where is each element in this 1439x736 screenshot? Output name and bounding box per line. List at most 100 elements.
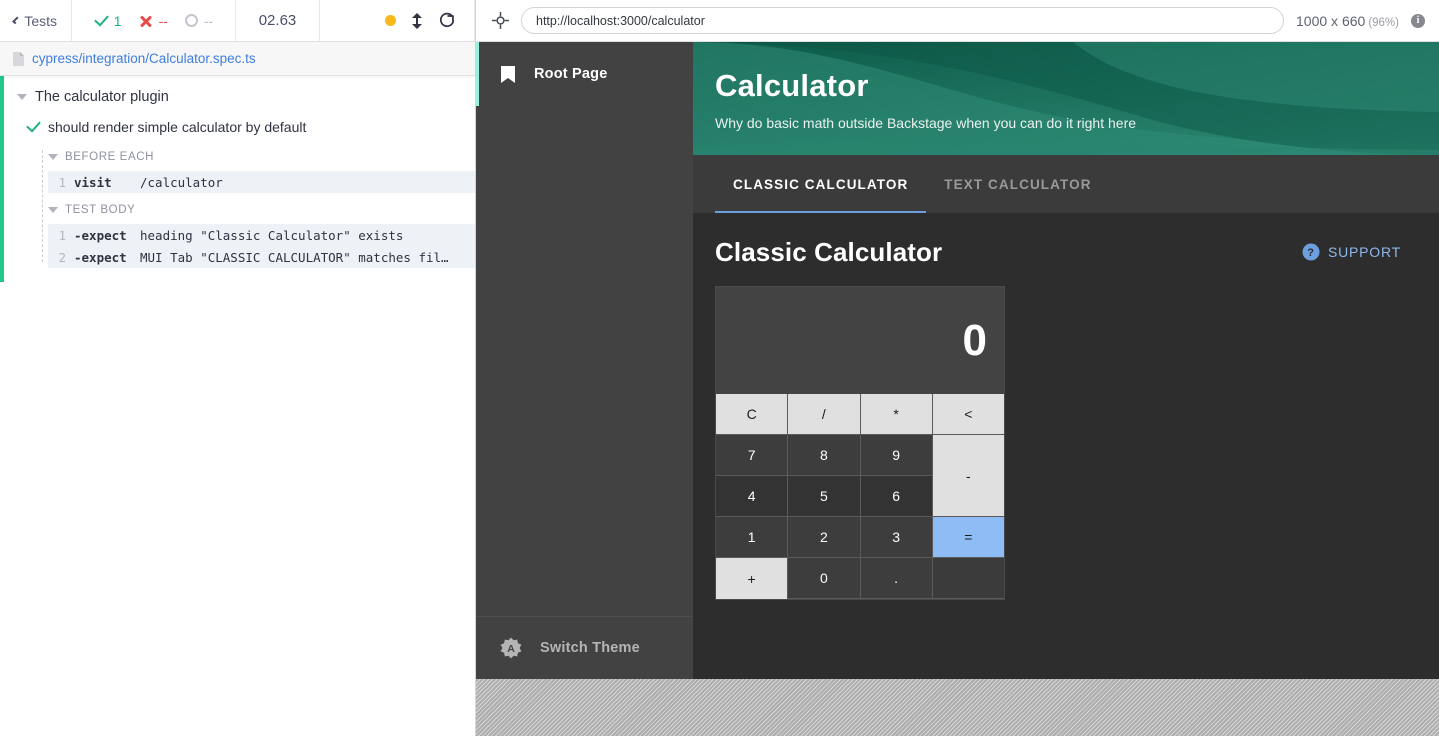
command-number: 1	[48, 228, 74, 243]
collapse-triangle-icon[interactable]	[48, 207, 58, 213]
stat-failed: --	[139, 13, 168, 29]
key-multiply[interactable]: *	[861, 394, 932, 434]
key-6[interactable]: 6	[861, 476, 932, 516]
viewport-dimensions: 1000 x 660	[1296, 13, 1365, 29]
spec-file-bar[interactable]: cypress/integration/Calculator.spec.ts	[0, 42, 475, 76]
viewport-scale: (96%)	[1368, 17, 1399, 29]
hook-label-text: TEST BODY	[65, 204, 135, 216]
key-9[interactable]: 9	[861, 435, 932, 475]
up-down-arrow-icon[interactable]	[412, 13, 422, 29]
content-header: Classic Calculator ? SUPPORT	[715, 237, 1417, 268]
sidebar-bottom: A Switch Theme	[476, 616, 693, 679]
key-3[interactable]: 3	[861, 517, 932, 557]
reload-icon[interactable]	[438, 12, 456, 30]
help-icon: ?	[1302, 243, 1320, 261]
command-number: 2	[48, 250, 74, 265]
collapse-triangle-icon[interactable]	[17, 94, 27, 100]
sidebar-item-switch-theme[interactable]: A Switch Theme	[476, 617, 693, 679]
tab-bar: CLASSIC CALCULATOR TEXT CALCULATOR	[693, 155, 1439, 213]
hook-header[interactable]: TEST BODY	[48, 201, 475, 219]
command-args: /calculator	[140, 175, 223, 190]
info-icon[interactable]: i	[1411, 14, 1425, 28]
app-sidebar: Root Page A Switch Theme	[476, 42, 693, 679]
stat-pending: --	[185, 13, 213, 29]
collapse-triangle-icon[interactable]	[48, 154, 58, 160]
command-args: heading "Classic Calculator" exists	[140, 228, 403, 243]
viewport-size-label: 1000 x 660(96%)	[1296, 13, 1399, 29]
hook-list: BEFORE EACH 1 visit /calculator	[0, 148, 475, 268]
key-7[interactable]: 7	[716, 435, 787, 475]
calculator-display: 0	[716, 287, 1004, 394]
key-clear[interactable]: C	[716, 394, 787, 434]
key-equals[interactable]: =	[933, 517, 1004, 557]
page-title: Calculator	[715, 68, 1439, 104]
elapsed-timer: 02.63	[236, 0, 320, 41]
stat-failed-count: --	[159, 13, 168, 29]
key-plus[interactable]: +	[716, 558, 787, 599]
stat-pending-count: --	[204, 13, 213, 29]
back-to-tests-button[interactable]: Tests	[0, 0, 72, 41]
ring-icon	[185, 14, 198, 27]
sidebar-item-label: Root Page	[534, 66, 608, 82]
selector-target-icon[interactable]	[492, 12, 509, 29]
check-icon	[26, 120, 40, 134]
test-item[interactable]: should render simple calculator by defau…	[0, 116, 475, 138]
application-under-test: Root Page A Switch Theme	[476, 42, 1439, 679]
sidebar-top: Root Page	[476, 42, 693, 106]
key-decimal[interactable]: .	[861, 558, 932, 598]
command-row[interactable]: 1 visit /calculator	[48, 171, 475, 193]
hook-header[interactable]: BEFORE EACH	[48, 148, 475, 166]
content-title: Classic Calculator	[715, 237, 942, 268]
stat-passed-count: 1	[114, 13, 122, 29]
hook-spacer	[48, 193, 475, 201]
sidebar-item-root-page[interactable]: Root Page	[476, 42, 693, 106]
support-button[interactable]: ? SUPPORT	[1302, 243, 1401, 261]
theme-badge-icon: A	[500, 637, 522, 659]
key-4[interactable]: 4	[716, 476, 787, 516]
amber-dot-icon	[385, 15, 396, 26]
command-number: 1	[48, 175, 74, 190]
command-name: -expect	[74, 250, 140, 265]
command-list: 1 visit /calculator	[48, 171, 475, 193]
cypress-test-runner: Tests 1 -- -- 02.63	[0, 0, 1439, 736]
page-header-banner: Calculator Why do basic math outside Bac…	[693, 42, 1439, 155]
back-to-tests-label: Tests	[24, 13, 57, 29]
svg-text:A: A	[507, 643, 515, 655]
key-5[interactable]: 5	[788, 476, 859, 516]
key-divide[interactable]: /	[788, 394, 859, 434]
page-subtitle: Why do basic math outside Backstage when…	[715, 115, 1439, 131]
tab-text-calculator[interactable]: TEXT CALCULATOR	[926, 155, 1109, 213]
tab-classic-calculator[interactable]: CLASSIC CALCULATOR	[715, 155, 926, 213]
app-main: Calculator Why do basic math outside Bac…	[693, 42, 1439, 679]
key-0[interactable]: 0	[788, 558, 859, 598]
command-row[interactable]: 2 -expect MUI Tab "CLASSIC CALCULATOR" m…	[48, 246, 475, 268]
hook-label-text: BEFORE EACH	[65, 151, 154, 163]
calculator-keypad: C / * < 7 8 9 - 4 5 6	[716, 394, 1004, 599]
key-1[interactable]: 1	[716, 517, 787, 557]
command-name: -expect	[74, 228, 140, 243]
suite-block: The calculator plugin should render simp…	[0, 76, 475, 282]
hook-test-body: TEST BODY 1 -expect heading "Classic Cal…	[48, 201, 475, 268]
suite-header[interactable]: The calculator plugin	[0, 86, 475, 108]
command-row[interactable]: 1 -expect heading "Classic Calculator" e…	[48, 224, 475, 246]
key-minus[interactable]: -	[933, 435, 1004, 516]
bookmark-icon	[500, 65, 516, 84]
tab-label: TEXT CALCULATOR	[944, 177, 1091, 192]
check-icon	[94, 14, 108, 28]
test-stats: 1 -- --	[72, 0, 236, 41]
key-filler	[933, 558, 1004, 598]
support-label: SUPPORT	[1328, 244, 1401, 260]
key-2[interactable]: 2	[788, 517, 859, 557]
svg-text:?: ?	[1307, 247, 1315, 259]
stat-passed: 1	[94, 13, 122, 29]
test-tree: The calculator plugin should render simp…	[0, 76, 475, 736]
key-8[interactable]: 8	[788, 435, 859, 475]
key-backspace[interactable]: <	[933, 394, 1004, 434]
reporter-controls	[320, 0, 475, 41]
calculator-widget: 0 C / * < 7 8 9 - 4 5	[715, 286, 1005, 600]
url-input[interactable]	[521, 7, 1284, 34]
x-icon	[139, 14, 153, 28]
spec-path-link[interactable]: cypress/integration/Calculator.spec.ts	[32, 51, 256, 66]
suite-title-label: The calculator plugin	[35, 89, 169, 105]
aut-stage: Root Page A Switch Theme	[476, 42, 1439, 736]
